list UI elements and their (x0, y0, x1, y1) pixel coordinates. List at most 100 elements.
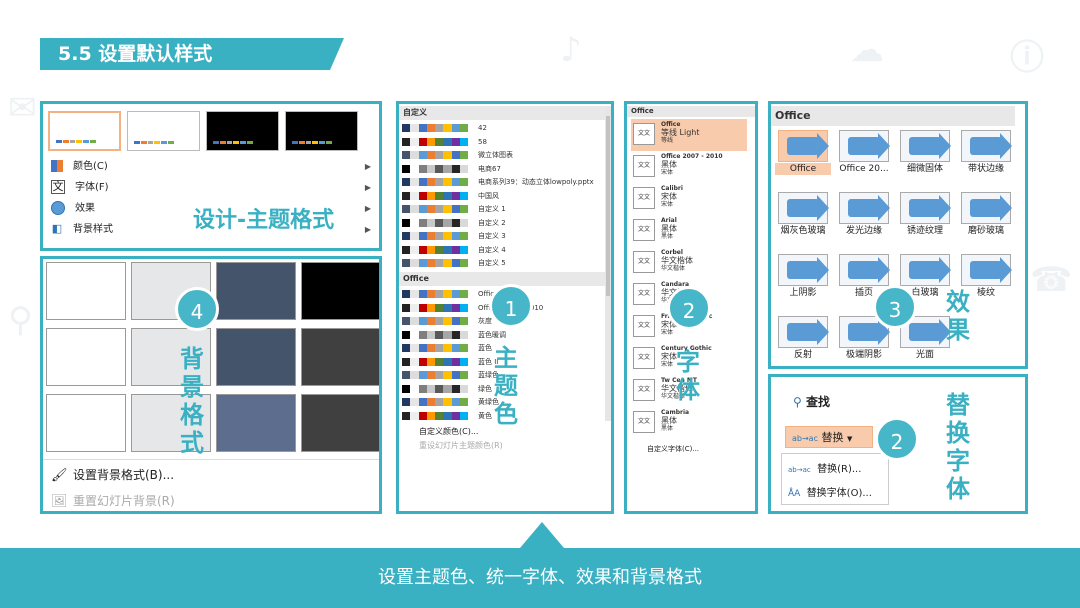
theme-effects-panel: Office Office Office 20... 细微固体 带状边缘 烟灰色玻璃 发光… (768, 101, 1028, 369)
scrollbar-thumb[interactable] (606, 116, 610, 296)
theme-color-label: 自定义 4 (478, 245, 506, 254)
page-title: 5.5 设置默认样式 (58, 43, 213, 65)
background-style-option[interactable] (301, 328, 379, 386)
theme-color-item[interactable]: 42 (402, 122, 611, 134)
menu-item-fonts[interactable]: 文字体(F) ▶ (51, 178, 371, 198)
replace-icon: ab→ac (788, 466, 811, 474)
scrollbar[interactable] (605, 106, 611, 421)
theme-effect-option[interactable]: 带状边缘 (958, 130, 1014, 176)
submenu-arrow-icon: ▶ (364, 204, 371, 213)
background-style-option[interactable] (301, 262, 379, 320)
theme-effect-option[interactable]: 磨砂玻璃 (958, 192, 1014, 238)
font-name: Arial 黑体 黑体 (661, 217, 677, 240)
chevron-down-icon: ▼ (846, 435, 853, 443)
theme-color-item[interactable]: 中国风 (402, 190, 611, 202)
replace-fonts-caption: 替换字体 (946, 391, 970, 503)
footer-caption: 设置主题色、统一字体、效果和背景格式 (378, 567, 702, 588)
theme-effect-option[interactable]: Office (775, 130, 831, 176)
theme-color-label: 蓝色 (478, 344, 492, 352)
theme-effect-option[interactable]: 烟灰色玻璃 (775, 192, 831, 238)
menu-item-colors[interactable]: 颜色(C) ▶ (51, 157, 371, 177)
replace-dropdown-button[interactable]: ab→ac 替换 ▼ (785, 426, 873, 448)
theme-thumbnail[interactable] (127, 111, 200, 151)
effect-preview (900, 254, 951, 286)
effect-arrow-shape (848, 319, 890, 345)
theme-font-item[interactable]: 文文 Arial 黑体 黑体 (631, 215, 747, 247)
background-style-icon: ◧ (51, 222, 63, 235)
theme-color-item[interactable]: 58 (402, 136, 611, 148)
custom-colors-item[interactable]: 自定义颜色(C)... (419, 426, 478, 437)
theme-fonts-panel: Office 文文 Office 等线 Light 等线 文文 Office 2007 -… (624, 101, 758, 514)
theme-thumbnail[interactable] (48, 111, 121, 151)
effect-arrow-shape (787, 133, 829, 159)
theme-font-item[interactable]: 文文 Office 等线 Light 等线 (631, 119, 747, 151)
theme-font-item[interactable]: 文文 Corbel 华文楷体 华文楷体 (631, 247, 747, 279)
background-style-option[interactable] (46, 328, 126, 386)
replace-menu: ab→ac 替换(R)... ÅA 替换字体(O)... (781, 453, 889, 505)
reset-colors-item[interactable]: 重设幻灯片主题颜色(R) (419, 440, 503, 451)
font-title: Arial (661, 217, 677, 224)
step-badge: 4 (175, 287, 219, 331)
color-swatch-strip (402, 398, 468, 406)
background-style-caption: 背景格式 (180, 345, 204, 457)
theme-effect-option[interactable]: 锈迹纹理 (897, 192, 953, 238)
theme-thumbnail[interactable] (285, 111, 358, 151)
theme-color-item[interactable]: 电商67 (402, 163, 611, 175)
theme-fonts-caption: 字体 (676, 348, 700, 404)
reset-background-item[interactable]: 🖼 重置幻灯片背景(R) (51, 491, 371, 511)
format-background-item[interactable]: 🖌 设置背景格式(B)... (51, 465, 371, 485)
find-button[interactable]: ⚲ 查找 (793, 393, 830, 410)
effect-preview (778, 192, 829, 224)
font-body: 宋体 (661, 201, 674, 208)
font-title: Office 2007 - 2010 (661, 153, 723, 160)
theme-font-item[interactable]: 文文 Office 2007 - 2010 黑体 宋体 (631, 151, 747, 183)
color-swatch-strip (402, 259, 468, 267)
theme-effect-option[interactable]: 发光边缘 (836, 192, 892, 238)
custom-fonts-item[interactable]: 自定义字体(C)... (647, 444, 699, 454)
theme-thumbnail[interactable] (206, 111, 279, 151)
theme-color-label: 自定义 2 (478, 218, 506, 227)
theme-color-item[interactable]: 自定义 3 (402, 230, 611, 242)
theme-color-item[interactable]: 蓝色暖调 (402, 329, 611, 341)
replace-fonts-menu-item[interactable]: ÅA 替换字体(O)... (788, 484, 872, 499)
theme-font-item[interactable]: 文文 Calibri 宋体 宋体 (631, 183, 747, 215)
theme-color-item[interactable]: 自定义 4 (402, 244, 611, 256)
theme-color-label: 42 (478, 124, 487, 132)
color-swatch-strip (402, 124, 468, 132)
effect-label: Office (775, 163, 831, 175)
theme-effect-option[interactable]: 反射 (775, 316, 831, 362)
effect-label: 极端阴影 (845, 350, 882, 360)
background-decoration: ☁ (850, 30, 884, 70)
theme-color-item[interactable]: 自定义 1 (402, 203, 611, 215)
effect-label: 细微固体 (906, 164, 943, 174)
font-heading: 黑体 (661, 160, 677, 169)
theme-color-item[interactable]: 自定义 5 (402, 257, 611, 269)
theme-color-item[interactable]: 自定义 2 (402, 217, 611, 229)
effect-arrow-shape (970, 133, 1012, 159)
theme-font-item[interactable]: 文文 Cambria 黑体 黑体 (631, 407, 747, 439)
theme-color-label: 自定义 5 (478, 259, 506, 267)
theme-color-item[interactable]: 微立体图表 (402, 149, 611, 161)
font-sample: 文文 (633, 283, 655, 305)
effect-preview (778, 316, 829, 348)
effect-preview (961, 192, 1012, 224)
theme-color-item[interactable]: 电商系列39：动态立体lowpoly.pptx (402, 176, 611, 188)
theme-effect-option[interactable]: Office 20... (836, 130, 892, 176)
replace-menu-item[interactable]: ab→ac 替换(R)... (788, 460, 861, 475)
theme-effect-option[interactable]: 上阴影 (775, 254, 831, 300)
effect-arrow-shape (909, 133, 951, 159)
color-swatch-strip (402, 178, 468, 186)
color-swatch-strip (402, 384, 468, 393)
theme-effect-option[interactable]: 细微固体 (897, 130, 953, 176)
font-name: Corbel 华文楷体 华文楷体 (661, 249, 693, 272)
step-badge: 1 (489, 284, 533, 328)
background-style-option[interactable] (301, 394, 379, 452)
font-icon: 文 (51, 180, 65, 194)
background-style-option[interactable] (216, 394, 296, 452)
background-style-option[interactable] (46, 262, 126, 320)
background-style-option[interactable] (216, 262, 296, 320)
background-style-option[interactable] (216, 328, 296, 386)
font-body: 宋体 (661, 169, 674, 176)
effect-preview (839, 192, 890, 224)
background-style-option[interactable] (46, 394, 126, 452)
